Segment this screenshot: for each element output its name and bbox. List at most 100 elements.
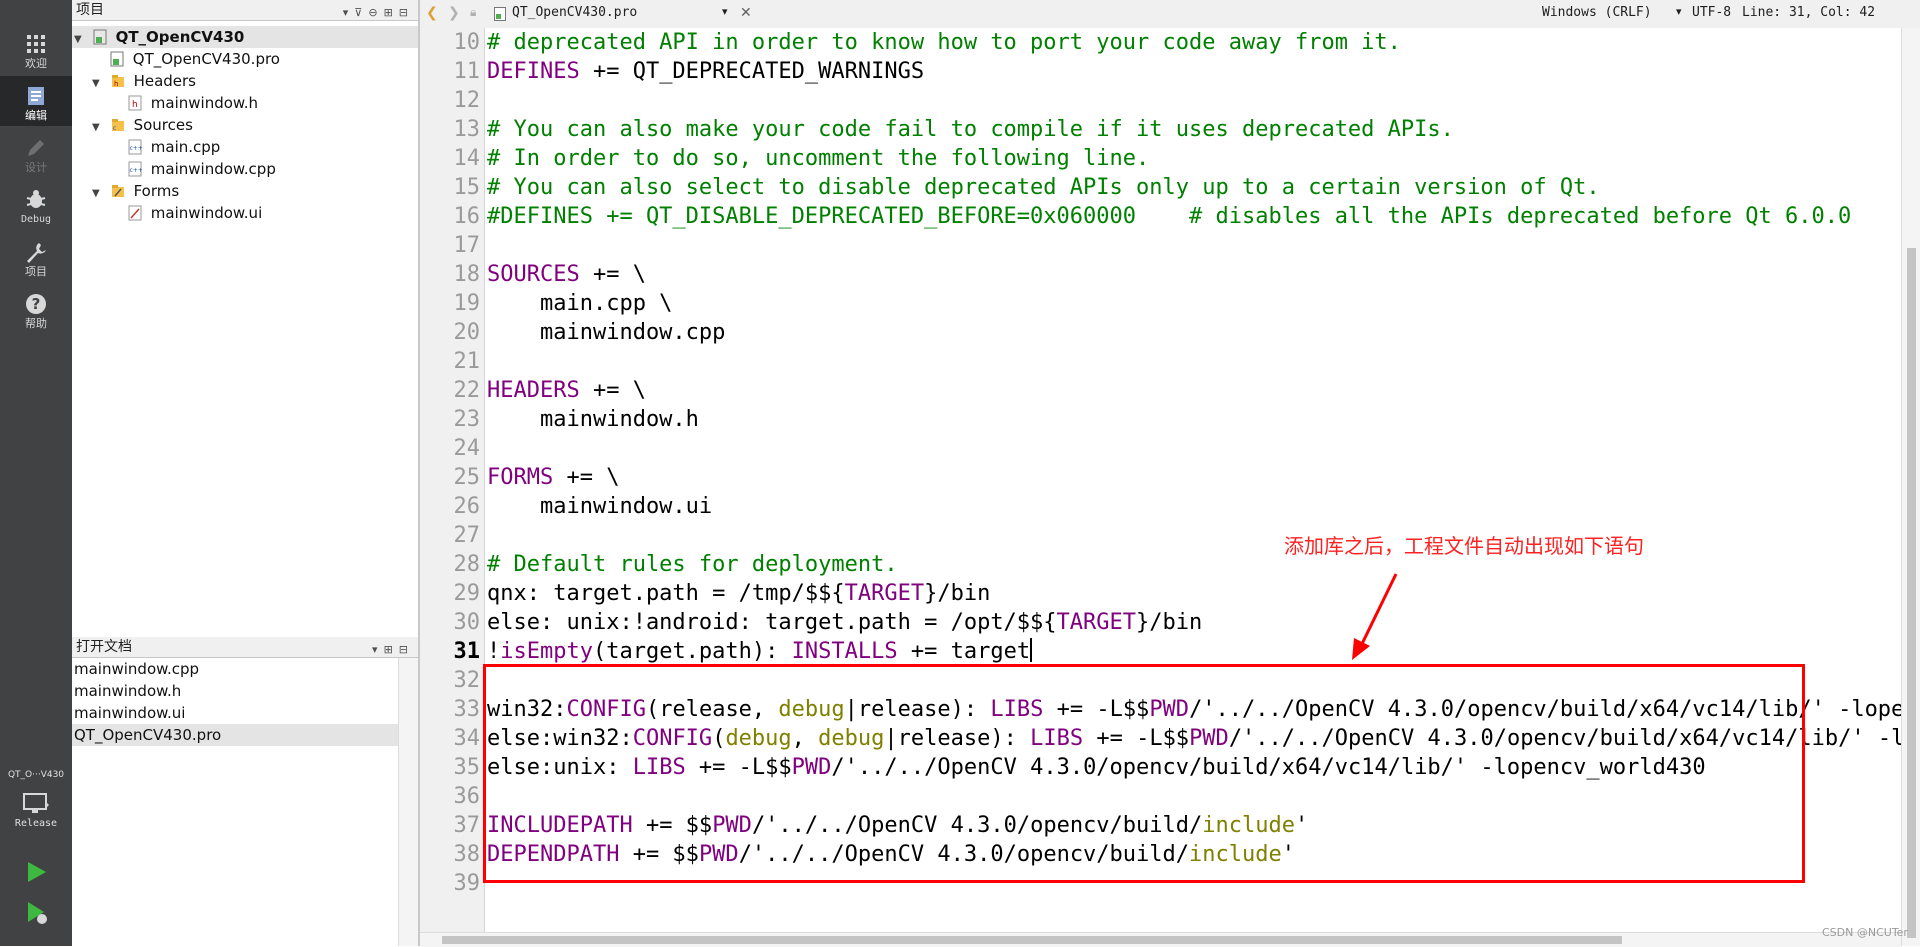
line-number: 24	[453, 436, 481, 461]
tree-item-mainwindow-h[interactable]: h mainwindow.h	[128, 92, 258, 114]
watermark: CSDN @NCUTer	[1822, 926, 1908, 939]
line-ending-select[interactable]: Windows (CRLF)	[1542, 5, 1652, 20]
mode-label: 项目	[25, 265, 47, 278]
back-icon[interactable]: ❮	[426, 5, 438, 21]
close-pane-icon[interactable]: ⊟	[399, 6, 414, 19]
open-doc-item[interactable]: mainwindow.ui	[72, 702, 398, 724]
line-number: 39	[453, 871, 481, 896]
file-name[interactable]: QT_OpenCV430.pro	[512, 5, 637, 20]
line-number: 25	[453, 465, 481, 490]
open-docs-list: mainwindow.cpp mainwindow.h mainwindow.u…	[72, 658, 398, 946]
kit-project-name: QT_O···V430	[7, 770, 65, 780]
bug-icon	[26, 190, 46, 208]
scroll-thumb[interactable]	[1907, 248, 1916, 938]
mode-label: Debug	[20, 214, 52, 225]
line-number: 27	[453, 523, 481, 548]
code-token: += target	[897, 639, 1031, 664]
tree-item-sources[interactable]: ▼ c Sources	[92, 114, 193, 136]
open-doc-item[interactable]: mainwindow.cpp	[72, 658, 398, 680]
file-dropdown-icon[interactable]: ▾	[722, 5, 728, 18]
line-number: 13	[453, 117, 481, 142]
forward-icon[interactable]: ❯	[448, 5, 460, 21]
mode-edit[interactable]: 编辑	[0, 76, 72, 126]
line-number: 15	[453, 175, 481, 200]
code-token: else: unix:!android: target.path = /opt/…	[487, 610, 1057, 635]
tree-item-mainwindow-cpp[interactable]: c++ mainwindow.cpp	[128, 158, 276, 180]
line-number: 22	[453, 378, 481, 403]
line-number: 35	[453, 755, 481, 780]
code-line: mainwindow.ui	[487, 492, 1901, 521]
help-icon: ?	[26, 294, 46, 314]
close-pane-icon[interactable]: ⊟	[399, 643, 414, 656]
code-line: !isEmpty(target.path): INSTALLS += targe…	[487, 637, 1901, 666]
line-ending-dropdown-icon[interactable]: ▾	[1676, 5, 1682, 18]
tree-item-label: Sources	[133, 116, 193, 134]
grid-icon	[27, 35, 45, 53]
scroll-thumb[interactable]	[442, 936, 1622, 944]
run-icon[interactable]	[22, 858, 50, 886]
horizontal-scrollbar[interactable]	[420, 932, 1901, 947]
code-token: HEADERS	[487, 378, 580, 403]
mode-design[interactable]: 设计	[0, 128, 72, 178]
tree-item-pro-file[interactable]: QT_OpenCV430.pro	[110, 48, 280, 70]
line-number: 29	[453, 581, 481, 606]
line-number: 21	[453, 349, 481, 374]
code-token: mainwindow.ui	[487, 494, 713, 519]
text-cursor	[1030, 638, 1033, 662]
code-line: # Default rules for deployment.	[487, 550, 1901, 579]
code-token: mainwindow.h	[487, 407, 699, 432]
tree-item-main-cpp[interactable]: c++ main.cpp	[128, 136, 220, 158]
line-number: 14	[453, 146, 481, 171]
split-icon[interactable]: ⊞	[384, 6, 399, 19]
mode-welcome[interactable]: 欢迎	[0, 24, 72, 74]
encoding-label[interactable]: UTF-8	[1692, 5, 1731, 20]
split-icon[interactable]: ⊞	[384, 643, 399, 656]
tree-item-project[interactable]: ▼ QT_OpenCV430	[72, 26, 420, 48]
expand-arrow-icon[interactable]: ▼	[92, 73, 106, 95]
dropdown-icon[interactable]: ▾	[343, 6, 355, 19]
mode-debug[interactable]: Debug	[0, 180, 72, 230]
pro-file-icon	[494, 7, 506, 21]
code-token: qnx: target.path = /tmp/$${	[487, 581, 845, 606]
dropdown-icon[interactable]: ▾	[372, 643, 384, 656]
ui-file-icon	[128, 205, 142, 221]
code-token: FORMS	[487, 465, 554, 490]
link-icon[interactable]: ⊖	[368, 6, 383, 19]
kit-selector[interactable]: Release	[0, 788, 72, 838]
expand-arrow-icon[interactable]: ▼	[74, 29, 88, 51]
debug-run-icon[interactable]	[22, 898, 50, 926]
tree-item-label: QT_OpenCV430	[115, 28, 245, 46]
tree-item-forms[interactable]: ▼ Forms	[92, 180, 179, 202]
open-docs-scrollbar[interactable]	[398, 658, 419, 946]
filter-icon[interactable]: ⊽	[354, 6, 368, 19]
pane-toolbar: ▾⊽⊖⊞⊟	[343, 3, 414, 23]
line-number: 34	[453, 726, 481, 751]
mode-label: 欢迎	[25, 57, 47, 70]
cursor-position[interactable]: Line: 31, Col: 42	[1742, 5, 1875, 20]
line-number: 26	[453, 494, 481, 519]
vertical-scrollbar[interactable]	[1901, 28, 1920, 946]
mode-help[interactable]: ? 帮助	[0, 284, 72, 334]
code-line: FORMS += \	[487, 463, 1901, 492]
tree-item-label: Headers	[133, 72, 196, 90]
pencil-icon	[28, 140, 44, 156]
svg-text:c++: c++	[130, 167, 143, 174]
tree-item-headers[interactable]: ▼ h Headers	[92, 70, 196, 92]
tree-item-mainwindow-ui[interactable]: mainwindow.ui	[128, 202, 262, 224]
code-line: # In order to do so, uncomment the follo…	[487, 144, 1901, 173]
close-file-icon[interactable]: ✕	[740, 5, 752, 21]
expand-arrow-icon[interactable]: ▼	[92, 183, 106, 205]
open-doc-item[interactable]: mainwindow.h	[72, 680, 398, 702]
mode-projects[interactable]: 项目	[0, 232, 72, 282]
line-number: 12	[453, 88, 481, 113]
code-token: # deprecated API in order to know how to…	[487, 30, 1401, 55]
code-line: mainwindow.cpp	[487, 318, 1901, 347]
line-number: 10	[453, 30, 481, 55]
svg-text:c++: c++	[130, 145, 143, 152]
expand-arrow-icon[interactable]: ▼	[92, 117, 106, 139]
line-number: 37	[453, 813, 481, 838]
open-doc-item[interactable]: QT_OpenCV430.pro	[72, 724, 398, 746]
